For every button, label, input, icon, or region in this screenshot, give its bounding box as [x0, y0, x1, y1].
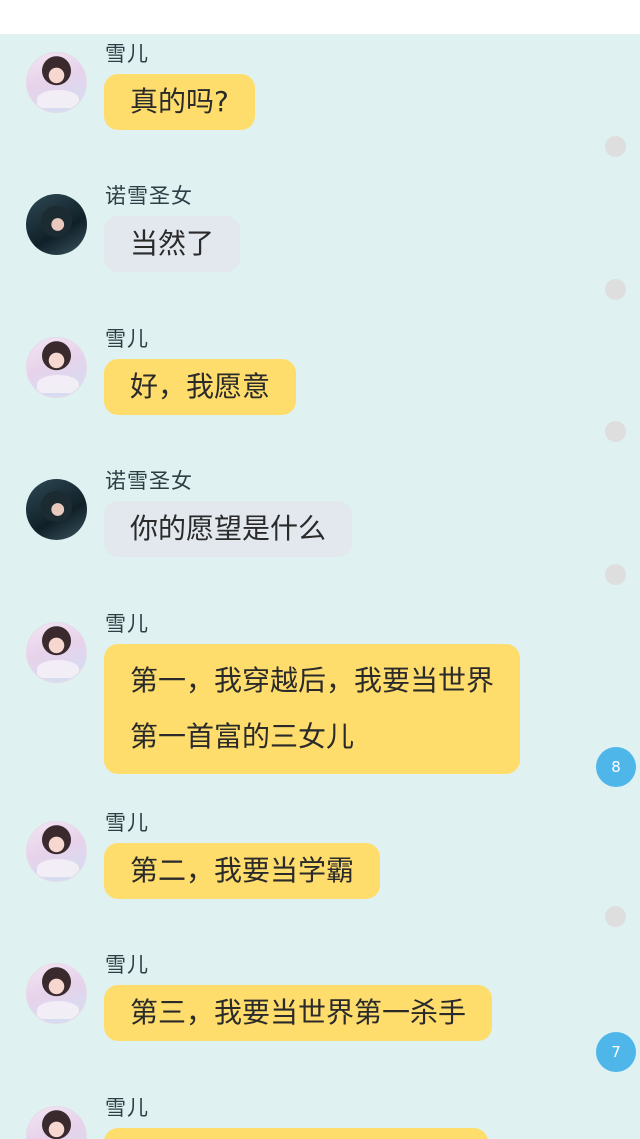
- message-bubble[interactable]: 第三，我要当世界第一杀手: [104, 985, 493, 1041]
- message-bubble[interactable]: 真的吗?: [104, 74, 255, 130]
- avatar[interactable]: [26, 337, 87, 398]
- message-item: 雪儿 第三，我要当世界第一杀手 7: [0, 945, 640, 1077]
- read-status-dot: [605, 421, 626, 442]
- sender-name: 雪儿: [105, 42, 149, 66]
- message-line: 第一，我穿越后，我要当世界: [130, 664, 495, 697]
- avatar[interactable]: [26, 52, 87, 113]
- unread-count-badge[interactable]: 7: [596, 1032, 636, 1072]
- read-status-dot: [605, 136, 626, 157]
- read-status-dot: [605, 564, 626, 585]
- top-bar: [0, 0, 640, 34]
- avatar[interactable]: [26, 821, 87, 882]
- sender-name: 雪儿: [105, 1096, 149, 1120]
- avatar[interactable]: [26, 1106, 87, 1139]
- message-bubble[interactable]: 你的愿望是什么: [104, 501, 353, 557]
- sender-name: 诺雪圣女: [105, 184, 193, 208]
- message-item: 诺雪圣女 当然了: [0, 176, 640, 308]
- unread-count-badge[interactable]: 8: [596, 747, 636, 787]
- message-item: 雪儿 真的吗?: [0, 34, 640, 166]
- message-line: 第一首富的三女儿: [130, 720, 355, 753]
- message-bubble[interactable]: 好，我愿意: [104, 359, 297, 415]
- sender-name: 诺雪圣女: [105, 469, 193, 493]
- read-status-dot: [605, 279, 626, 300]
- avatar[interactable]: [26, 194, 87, 255]
- sender-name: 雪儿: [105, 327, 149, 351]
- message-item: 雪儿 好，我愿意: [0, 319, 640, 451]
- message-item: 雪儿: [0, 1088, 640, 1139]
- sender-name: 雪儿: [105, 811, 149, 835]
- chat-list[interactable]: 雪儿 真的吗? 诺雪圣女 当然了 雪儿 好，我愿意 诺雪圣女 你的愿望是什么 雪…: [0, 34, 640, 1139]
- avatar[interactable]: [26, 963, 87, 1024]
- avatar[interactable]: [26, 479, 87, 540]
- message-bubble[interactable]: 第一，我穿越后，我要当世界 第一首富的三女儿: [104, 644, 521, 774]
- read-status-dot: [605, 906, 626, 927]
- sender-name: 雪儿: [105, 612, 149, 636]
- message-item: 雪儿 第一，我穿越后，我要当世界 第一首富的三女儿 8: [0, 604, 640, 794]
- message-item: 雪儿 第二，我要当学霸: [0, 803, 640, 935]
- message-bubble[interactable]: [104, 1128, 488, 1139]
- sender-name: 雪儿: [105, 953, 149, 977]
- avatar[interactable]: [26, 622, 87, 683]
- message-bubble[interactable]: 第二，我要当学霸: [104, 843, 381, 899]
- message-bubble[interactable]: 当然了: [104, 216, 241, 272]
- message-item: 诺雪圣女 你的愿望是什么: [0, 461, 640, 593]
